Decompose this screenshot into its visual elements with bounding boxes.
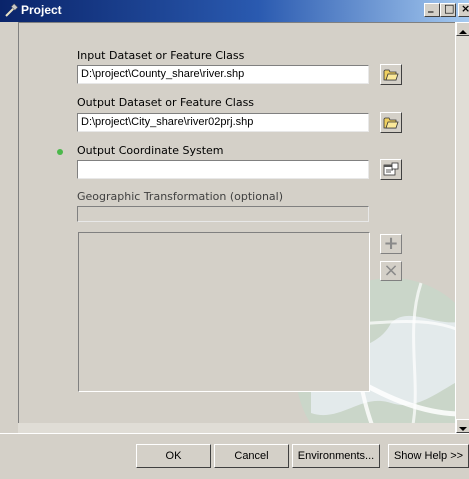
output-browse-button[interactable] [380,112,402,133]
close-icon: × [461,2,469,15]
add-transformation-button[interactable]: + [380,234,402,254]
scroll-down-button[interactable] [456,419,469,433]
input-browse-button[interactable] [380,64,402,85]
pane-bottom-edge [18,423,455,433]
coordinate-system-label: Output Coordinate System [77,144,224,157]
minimize-button[interactable]: _ [424,0,440,17]
vertical-scrollbar[interactable] [455,22,469,433]
geo-transformation-list[interactable] [78,232,370,392]
open-folder-icon [383,117,399,129]
coordinate-properties-button[interactable] [380,159,402,180]
parameters-pane: Input Dataset or Feature Class D:\projec… [18,22,456,434]
input-dataset-label: Input Dataset or Feature Class [77,49,245,62]
minimize-icon: _ [428,0,434,13]
environments-button[interactable]: Environments... [292,444,380,468]
cancel-button[interactable]: Cancel [214,444,289,468]
properties-icon [383,162,399,176]
title-bar[interactable]: Project _ □ × [0,0,469,22]
scroll-up-button[interactable] [456,22,469,36]
project-dialog: Project _ □ × Input Dataset or Feature C… [0,0,469,479]
tool-hammer-icon [5,3,19,17]
coordinate-system-field[interactable] [77,160,369,179]
input-dataset-field[interactable]: D:\project\County_share\river.shp [77,65,369,84]
geo-transformation-label: Geographic Transformation (optional) [77,190,284,203]
required-indicator [57,149,63,155]
output-dataset-field[interactable]: D:\project\City_share\river02prj.shp [77,113,369,132]
remove-transformation-button[interactable]: × [380,261,402,281]
close-button[interactable]: × [458,2,469,17]
show-help-button[interactable]: Show Help >> [388,444,469,468]
output-dataset-label: Output Dataset or Feature Class [77,96,255,109]
window-title: Project [21,3,62,17]
geo-transformation-field [77,206,369,222]
maximize-icon: □ [444,2,455,15]
chevron-up-icon [459,30,467,34]
ok-button[interactable]: OK [136,444,211,468]
maximize-button[interactable]: □ [440,2,456,17]
open-folder-icon [383,69,399,81]
